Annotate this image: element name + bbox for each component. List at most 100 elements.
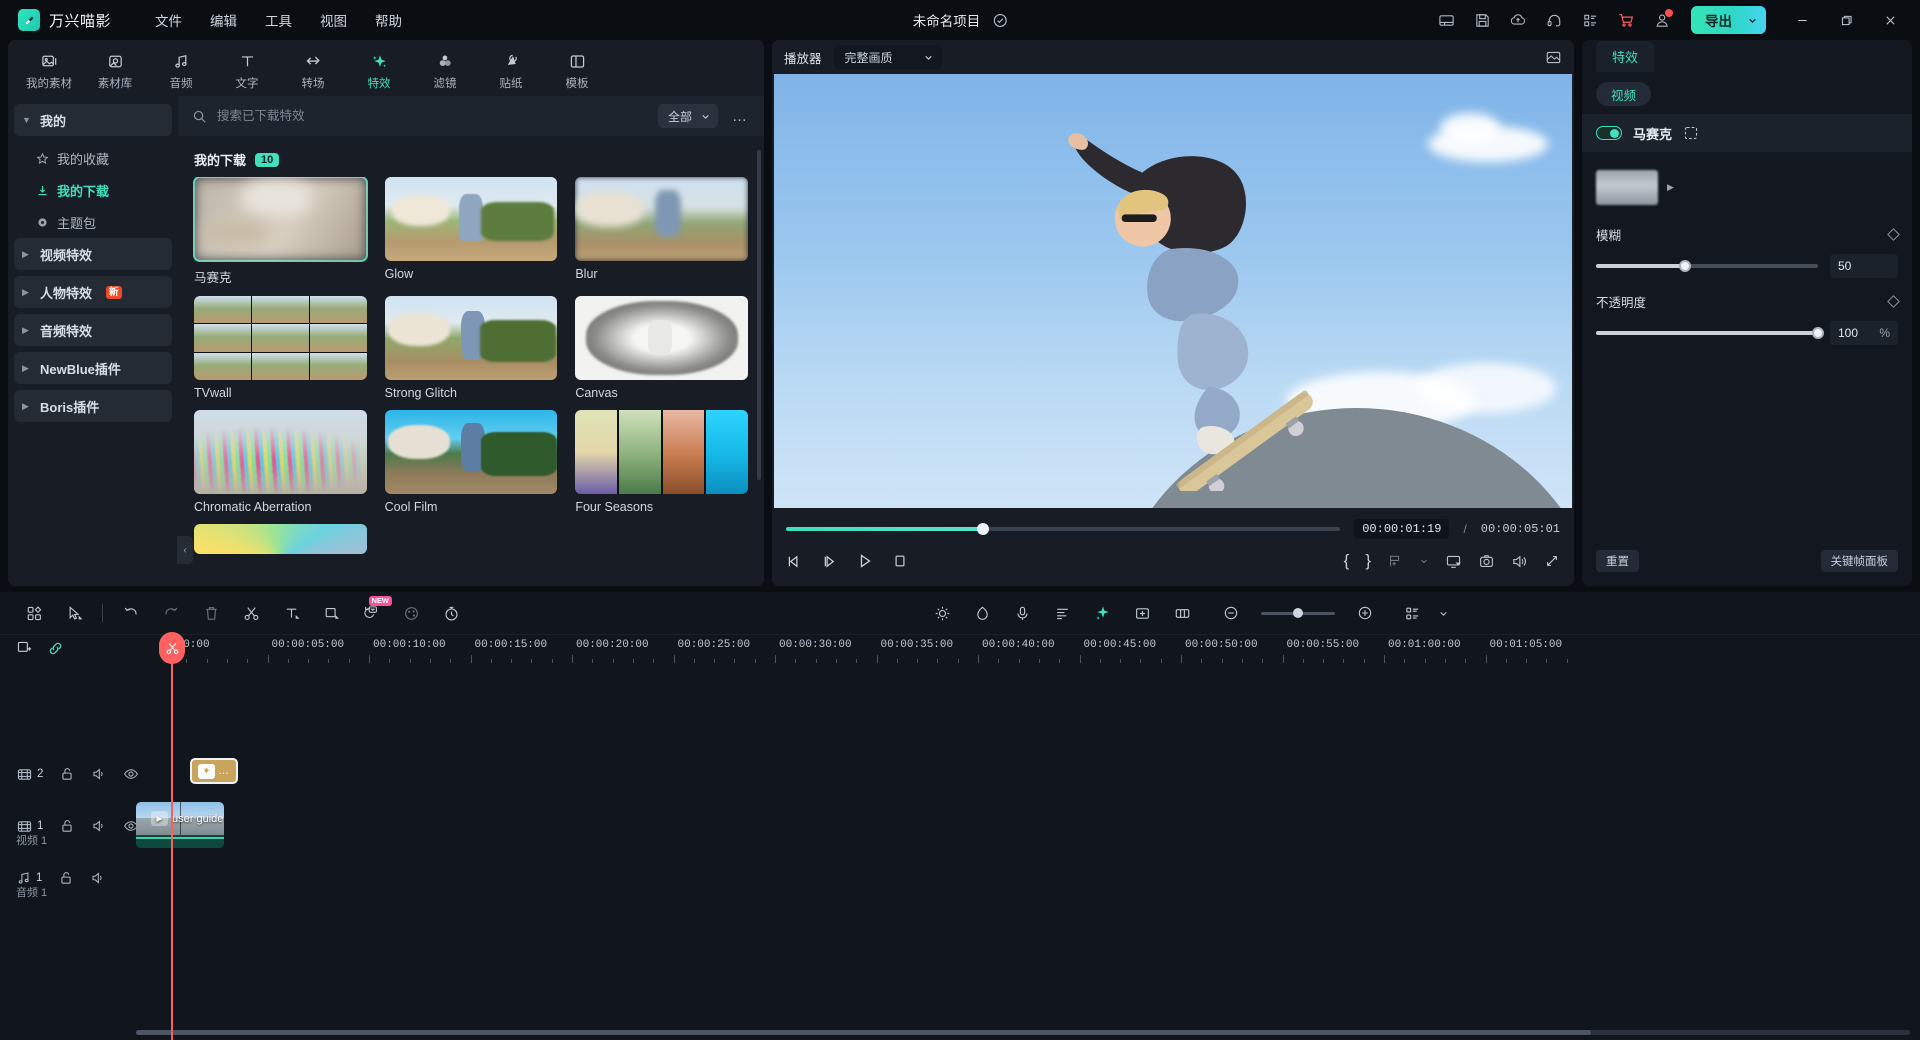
track-audio-1-body[interactable] — [136, 852, 1920, 904]
maximize-button[interactable] — [1824, 0, 1868, 40]
camera-icon[interactable] — [1478, 553, 1495, 570]
play-icon[interactable]: ▶ — [1667, 182, 1674, 193]
export-button[interactable]: 导出 — [1691, 6, 1766, 34]
timeline-video-clip[interactable]: ▶ user guide — [136, 802, 224, 848]
zoom-in-button[interactable] — [1345, 592, 1385, 634]
subtab-video[interactable]: 视频 — [1596, 82, 1651, 106]
unlock-icon[interactable] — [58, 870, 74, 886]
menu-view[interactable]: 视图 — [306, 5, 361, 35]
tab-filters[interactable]: 滤镜 — [412, 47, 478, 91]
effect-card-blur[interactable]: Blur — [575, 177, 748, 286]
current-time[interactable]: 00:00:01:19 — [1354, 519, 1449, 539]
unlock-icon[interactable] — [59, 818, 75, 834]
delete-trash-icon[interactable] — [191, 592, 231, 634]
track-video-1-body[interactable]: ▶ user guide — [136, 800, 1920, 852]
crop-square-icon[interactable] — [311, 592, 351, 634]
volume-icon[interactable] — [1511, 553, 1528, 570]
color-palette-icon[interactable] — [391, 592, 431, 634]
project-name[interactable]: 未命名项目 — [913, 10, 981, 30]
effect-card-canvas[interactable]: Canvas — [575, 296, 748, 400]
effect-enable-toggle[interactable] — [1596, 126, 1622, 140]
chevron-down-icon[interactable] — [1419, 556, 1429, 566]
green-screen-icon[interactable] — [1083, 592, 1123, 634]
quality-dropdown[interactable]: 完整画质 — [834, 45, 942, 69]
tab-text[interactable]: 文字 — [214, 47, 280, 91]
add-track-icon[interactable] — [16, 640, 33, 657]
mask-icon[interactable] — [963, 592, 1003, 634]
keyframe-panel-button[interactable]: 关键帧面板 — [1821, 550, 1899, 572]
grid-view-icon[interactable] — [14, 592, 54, 634]
prev-frame-icon[interactable] — [786, 553, 803, 570]
export-chevron-down-icon[interactable] — [1742, 15, 1762, 26]
cart-icon[interactable] — [1609, 5, 1643, 35]
param-blur-slider[interactable] — [1596, 264, 1818, 268]
redo-icon[interactable] — [151, 592, 191, 634]
param-blur-value[interactable]: 50 — [1830, 254, 1898, 278]
effect-card-cool-film[interactable]: Cool Film — [385, 410, 558, 514]
filter-dropdown[interactable]: 全部 — [658, 104, 718, 128]
pop-out-icon[interactable] — [1445, 553, 1462, 570]
speaker-icon[interactable] — [90, 870, 106, 886]
mask-select-icon[interactable] — [1683, 125, 1699, 141]
param-opacity-value[interactable]: 100 % — [1830, 321, 1898, 345]
split-scissors-icon[interactable] — [231, 592, 271, 634]
link-icon[interactable] — [47, 640, 64, 657]
timeline-horizontal-scrollbar[interactable] — [136, 1030, 1910, 1035]
tree-group-newblue[interactable]: ▶ NewBlue插件 — [14, 352, 172, 384]
tab-transition[interactable]: 转场 — [280, 47, 346, 91]
save-icon[interactable] — [1465, 5, 1499, 35]
cloud-upload-icon[interactable] — [1501, 5, 1535, 35]
effect-card-four-seasons[interactable]: Four Seasons — [575, 410, 748, 514]
tree-item-theme-pack[interactable]: 主题包 — [14, 206, 172, 238]
tree-item-favorites[interactable]: 我的收藏 — [14, 142, 172, 174]
auto-enhance-icon[interactable] — [923, 592, 963, 634]
list-view-icon[interactable] — [1393, 592, 1433, 634]
tree-group-audio-effects[interactable]: ▶ 音频特效 — [14, 314, 172, 346]
account-icon[interactable] — [1645, 5, 1679, 35]
effect-card-rainbow[interactable] — [194, 524, 367, 560]
effect-card-tvwall[interactable]: TVwall — [194, 296, 367, 400]
apps-grid-icon[interactable] — [1573, 5, 1607, 35]
zoom-slider[interactable] — [1261, 612, 1335, 615]
effect-card-chromatic-aberration[interactable]: Chromatic Aberration — [194, 410, 367, 514]
collapse-panel-icon[interactable]: ‹ — [177, 536, 193, 564]
fullscreen-icon[interactable] — [1544, 553, 1560, 569]
param-opacity-slider[interactable] — [1596, 331, 1818, 335]
chevron-down-icon[interactable] — [1433, 592, 1455, 634]
motion-track-icon[interactable] — [1123, 592, 1163, 634]
close-button[interactable] — [1868, 0, 1912, 40]
menu-tools[interactable]: 工具 — [251, 5, 306, 35]
tab-audio[interactable]: 音频 — [148, 47, 214, 91]
zoom-out-button[interactable] — [1211, 592, 1251, 634]
stop-icon[interactable] — [892, 553, 908, 569]
tab-stickers[interactable]: 贴纸 — [478, 47, 544, 91]
next-frame-icon[interactable] — [821, 553, 838, 570]
tree-item-downloads[interactable]: 我的下载 — [14, 174, 172, 206]
layout-icon[interactable] — [1429, 5, 1463, 35]
search-input[interactable] — [217, 109, 648, 123]
undo-icon[interactable] — [111, 592, 151, 634]
track-video-2-body[interactable]: ✦ … — [136, 748, 1920, 800]
speaker-icon[interactable] — [91, 766, 107, 782]
reset-button[interactable]: 重置 — [1596, 550, 1639, 572]
tab-templates[interactable]: 模板 — [544, 47, 610, 91]
text-tool-icon[interactable] — [271, 592, 311, 634]
minimize-button[interactable] — [1780, 0, 1824, 40]
seek-handle[interactable] — [977, 523, 989, 535]
speed-timer-icon[interactable] — [431, 592, 471, 634]
video-canvas[interactable] — [774, 74, 1572, 508]
auto-caption-icon[interactable]: NEW — [351, 592, 391, 634]
more-options-icon[interactable]: … — [728, 108, 752, 125]
tab-my-media[interactable]: 我的素材 — [16, 47, 82, 91]
timeline-ruler[interactable]: :00:0000:00:05:0000:00:10:0000:00:15:000… — [136, 635, 1920, 663]
timeline-effect-clip[interactable]: ✦ … — [190, 758, 238, 784]
keyframe-diamond-icon[interactable] — [1887, 295, 1900, 308]
effect-preview-thumb[interactable] — [1596, 170, 1658, 205]
play-icon[interactable] — [856, 552, 874, 570]
tab-stock[interactable]: 素材库 — [82, 47, 148, 91]
playhead-scissors-icon[interactable] — [159, 632, 185, 664]
library-scrollbar[interactable] — [757, 150, 761, 480]
menu-help[interactable]: 帮助 — [361, 5, 416, 35]
menu-file[interactable]: 文件 — [141, 5, 196, 35]
mark-in-icon[interactable]: { — [1344, 551, 1350, 571]
